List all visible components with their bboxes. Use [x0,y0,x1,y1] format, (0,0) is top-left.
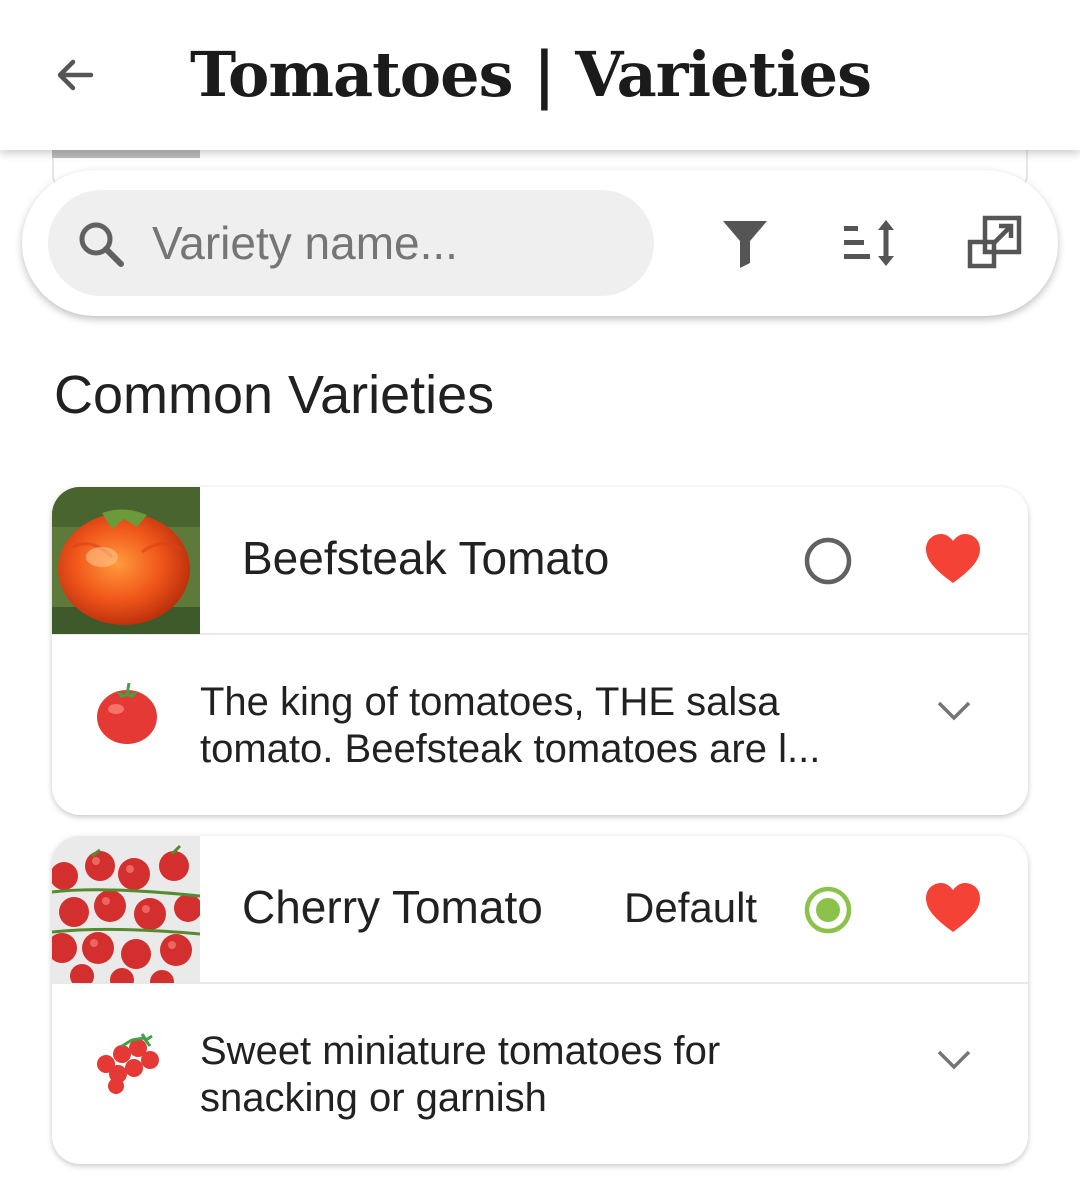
variety-thumbnail [52,487,200,634]
search-icon [79,222,124,267]
expand-button[interactable] [930,1040,978,1080]
open-external-button[interactable] [962,210,1028,276]
tab-indicator [52,150,200,158]
open-external-icon [967,215,1022,269]
beefsteak-photo [52,487,200,634]
radio-checked-icon [804,886,852,934]
heart-icon [926,534,980,583]
sort-button[interactable] [836,210,902,276]
default-radio[interactable] [800,882,856,938]
cherry-photo [52,836,200,983]
chevron-down-icon [937,701,971,721]
variety-details[interactable]: Sweet miniature tomatoes for snacking or… [52,986,1028,1164]
default-label: Default [624,884,758,931]
variety-name: Beefsteak Tomato [242,532,610,584]
page-title: Tomatoes | Varieties [190,38,872,111]
sort-icon [844,220,894,266]
variety-header[interactable]: Cherry Tomato Default [52,836,1028,984]
variety-description: The king of tomatoes, THE salsa tomato. … [200,680,821,771]
variety-description: Sweet miniature tomatoes for snacking or… [200,1029,721,1120]
radio-unchecked-icon [804,537,852,585]
filter-button[interactable] [712,210,778,276]
app-bar: Tomatoes | Varieties [0,0,1080,150]
default-radio[interactable] [800,533,856,589]
favorite-button[interactable] [924,533,982,589]
arrow-left-icon [57,59,94,91]
search-input[interactable] [152,208,632,278]
variety-card[interactable]: Beefsteak Tomato The king of tomatoes, T… [52,487,1028,815]
filter-icon [723,221,767,268]
variety-card[interactable]: Cherry Tomato Default Sweet miniature to… [52,836,1028,1164]
chevron-down-icon [937,1050,971,1070]
search-toolbar [22,170,1058,316]
favorite-button[interactable] [924,882,982,938]
section-title: Common Varieties [54,365,495,425]
search-field[interactable] [48,190,654,296]
variety-details[interactable]: The king of tomatoes, THE salsa tomato. … [52,637,1028,815]
cherry-tomatoes-icon [97,1033,159,1094]
heart-icon [926,883,980,932]
variety-name: Cherry Tomato [242,881,543,933]
back-button[interactable] [40,40,110,110]
expand-button[interactable] [930,691,978,731]
variety-header[interactable]: Beefsteak Tomato [52,487,1028,635]
tomato-icon [97,682,157,744]
variety-thumbnail [52,836,200,983]
